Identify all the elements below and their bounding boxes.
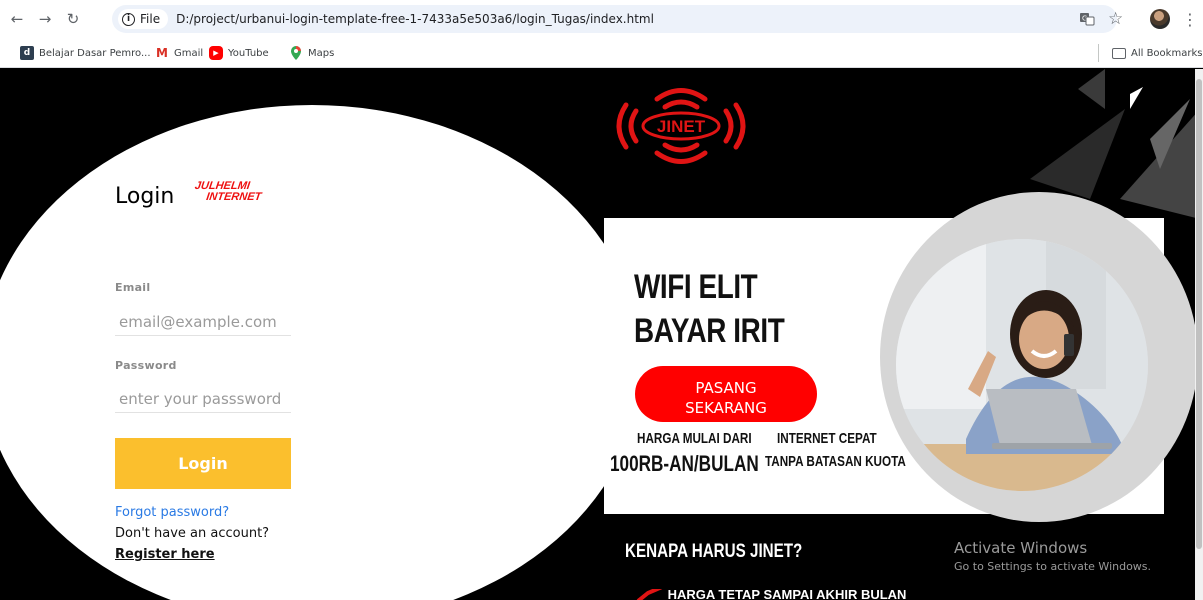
speed-caption: INTERNET CEPAT: [777, 430, 877, 447]
bookmark-label: Maps: [308, 47, 335, 59]
more-menu-icon[interactable]: ⋮: [1182, 8, 1198, 30]
email-label: Email: [115, 281, 151, 294]
profile-avatar[interactable]: [1150, 8, 1170, 30]
youtube-icon: ▶: [209, 46, 223, 60]
bookmark-label: Gmail: [174, 47, 204, 59]
bookmark-star-icon[interactable]: ☆: [1108, 8, 1123, 30]
activate-windows-title: Activate Windows: [954, 539, 1088, 557]
no-account-text: Don't have an account?: [115, 526, 270, 541]
bookmark-item[interactable]: Maps: [289, 45, 334, 61]
julhelmi-logo: JULHELMI INTERNET: [192, 180, 275, 203]
url-text[interactable]: D:/project/urbanui-login-template-free-1…: [176, 12, 654, 26]
price-caption: HARGA MULAI DARI: [637, 430, 752, 447]
promo-headline: WIFI ELIT BAYAR IRIT: [634, 265, 785, 353]
password-label: Password: [115, 359, 177, 372]
bookmarks-bar: d Belajar Dasar Pemro... M Gmail ▶ YouTu…: [0, 38, 1203, 68]
quota-caption: TANPA BATASAN KUOTA: [765, 453, 906, 470]
password-field[interactable]: [115, 385, 291, 413]
cta-line-1: PASANG: [695, 378, 757, 397]
address-bar[interactable]: i File D:/project/urbanui-login-template…: [112, 5, 1117, 33]
bookmark-item[interactable]: d Belajar Dasar Pemro...: [20, 45, 151, 61]
activate-windows-subtitle: Go to Settings to activate Windows.: [954, 560, 1152, 573]
headline-line-2: BAYAR IRIT: [634, 312, 785, 350]
bookmark-item[interactable]: ▶ YouTube: [209, 45, 269, 61]
bookmark-label: YouTube: [228, 47, 269, 59]
site-info-chip[interactable]: i File: [118, 9, 169, 29]
bookmarks-separator: [1098, 44, 1099, 62]
maps-icon: [289, 46, 303, 60]
check-icon: [636, 584, 663, 600]
site-info-label: File: [140, 12, 161, 26]
gmail-icon: M: [156, 46, 168, 60]
bookmark-item[interactable]: M Gmail: [155, 45, 203, 61]
benefit-item: HARGA TETAP SAMPAI AKHIR BULAN: [636, 584, 907, 600]
jinet-logo: JINET: [616, 88, 746, 164]
headline-line-1: WIFI ELIT: [634, 268, 758, 306]
all-bookmarks[interactable]: All Bookmarks: [1112, 45, 1202, 61]
cta-line-2: SEKARANG: [685, 398, 767, 417]
scrollbar-thumb[interactable]: [1196, 79, 1202, 549]
login-panel: [0, 105, 642, 600]
page-scrollbar[interactable]: [1195, 69, 1203, 600]
register-link[interactable]: Register here: [115, 547, 215, 562]
page-viewport: Login JULHELMI INTERNET Email Password L…: [0, 69, 1203, 600]
reload-icon[interactable]: ↻: [62, 8, 84, 30]
translate-icon[interactable]: G: [1079, 8, 1095, 30]
folder-icon: [1112, 47, 1126, 59]
brand-line-2: INTERNET: [205, 191, 263, 203]
benefit-label: HARGA TETAP SAMPAI AKHIR BULAN: [667, 587, 907, 600]
svg-text:JINET: JINET: [657, 117, 706, 136]
login-button[interactable]: Login: [115, 438, 291, 489]
login-title: Login: [115, 184, 175, 209]
back-icon[interactable]: ←: [6, 8, 28, 30]
email-field[interactable]: [115, 308, 291, 336]
bookmark-label: Belajar Dasar Pemro...: [39, 47, 151, 59]
forgot-password-link[interactable]: Forgot password?: [115, 505, 229, 520]
info-icon: i: [122, 12, 135, 26]
woman-laptop-photo: [896, 239, 1148, 491]
photo-illustration: [896, 239, 1148, 491]
dicoding-icon: d: [20, 46, 34, 60]
all-bookmarks-label: All Bookmarks: [1131, 47, 1203, 59]
price-value: 100RB-AN/BULAN: [610, 451, 759, 476]
forward-icon[interactable]: →: [34, 8, 56, 30]
browser-toolbar: ← → ↻ i File D:/project/urbanui-login-te…: [0, 0, 1203, 38]
pasang-sekarang-button[interactable]: PASANG SEKARANG: [635, 366, 817, 422]
why-heading: KENAPA HARUS JINET?: [625, 541, 803, 562]
